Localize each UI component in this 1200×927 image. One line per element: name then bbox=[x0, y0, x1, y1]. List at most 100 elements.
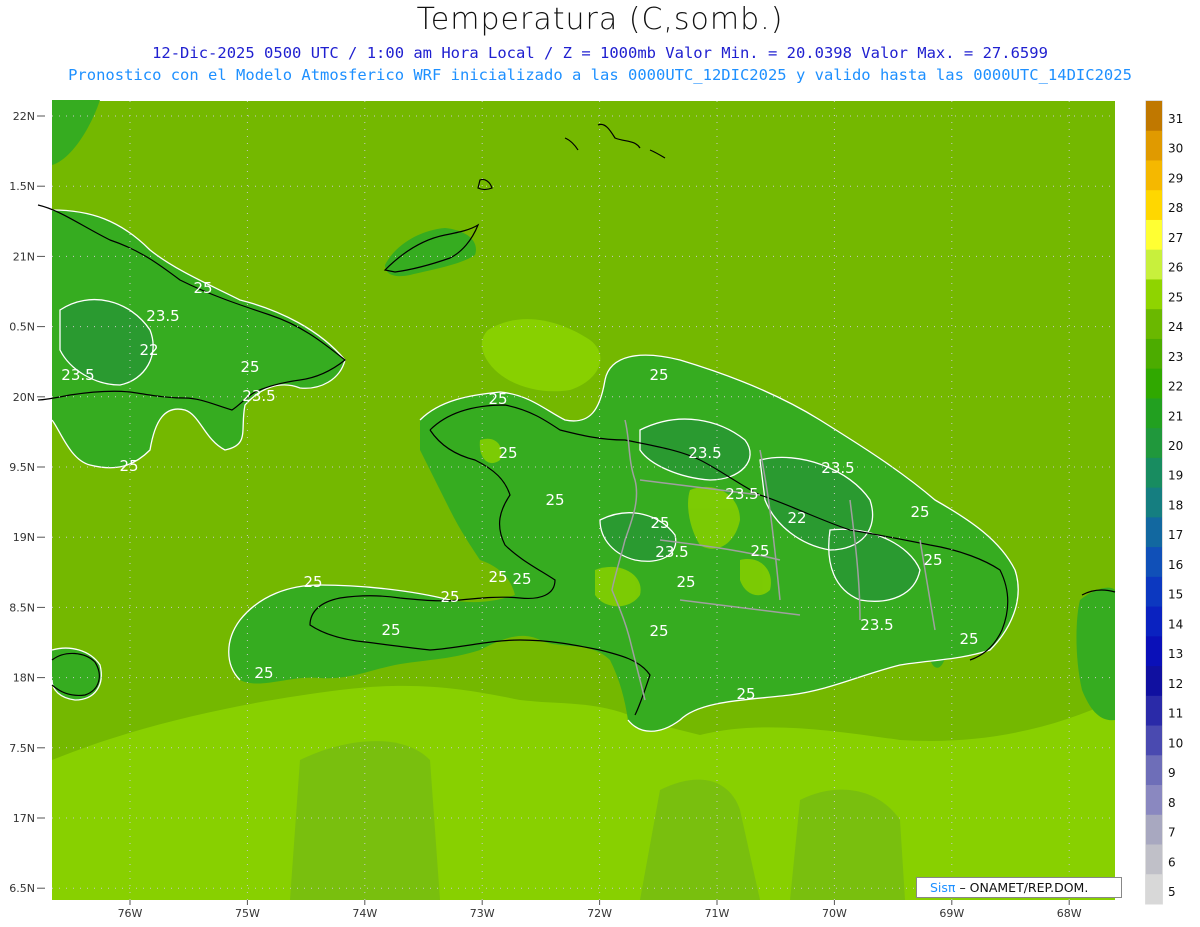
colorbar-swatch bbox=[1146, 814, 1162, 846]
lat-tick-label: 8.5N bbox=[9, 601, 35, 614]
colorbar-label: 9 bbox=[1168, 766, 1176, 780]
contour-label: 25 bbox=[240, 358, 259, 376]
colorbar-label: 13 bbox=[1168, 647, 1183, 661]
lon-tick-label: 74W bbox=[352, 907, 377, 920]
contour-label: 25 bbox=[650, 514, 669, 532]
colorbar-label: 21 bbox=[1168, 409, 1183, 423]
contour-label: 25 bbox=[488, 568, 507, 586]
contour-label: 23.5 bbox=[860, 616, 893, 634]
contour-label: 25 bbox=[923, 551, 942, 569]
contour-label: 25 bbox=[303, 573, 322, 591]
colorbar-swatch bbox=[1146, 695, 1162, 727]
colorbar-swatch bbox=[1146, 130, 1162, 161]
colorbar-swatch bbox=[1146, 517, 1162, 548]
colorbar-label: 28 bbox=[1168, 201, 1183, 215]
contour-label: 23.5 bbox=[821, 459, 854, 477]
contour-label: 23.5 bbox=[725, 485, 758, 503]
lon-tick-label: 75W bbox=[235, 907, 260, 920]
lon-tick-label: 70W bbox=[822, 907, 847, 920]
contour-label: 23.5 bbox=[655, 543, 688, 561]
contour-label: 25 bbox=[381, 621, 400, 639]
colorbar-label: 11 bbox=[1168, 707, 1183, 721]
colorbar-label: 27 bbox=[1168, 231, 1183, 245]
colorbar-label: 31 bbox=[1168, 112, 1183, 126]
colorbar-label: 20 bbox=[1168, 439, 1183, 453]
sispi-logo: Sisπ bbox=[930, 880, 956, 895]
lat-tick-label: 7.5N bbox=[9, 742, 35, 755]
lon-tick-label: 69W bbox=[939, 907, 964, 920]
colorbar-label: 30 bbox=[1168, 142, 1183, 156]
colorbar-swatch bbox=[1146, 101, 1162, 132]
colorbar-label: 25 bbox=[1168, 290, 1183, 304]
colorbar-label: 26 bbox=[1168, 261, 1183, 275]
colorbar-label: 16 bbox=[1168, 558, 1183, 572]
lat-tick-label: 21N bbox=[13, 250, 35, 263]
colorbar-label: 19 bbox=[1168, 469, 1183, 483]
contour-label: 25 bbox=[910, 503, 929, 521]
lat-tick-label: 20N bbox=[13, 391, 35, 404]
colorbar-swatch bbox=[1146, 309, 1162, 340]
contour-label: 25 bbox=[545, 491, 564, 509]
contour-label: 22 bbox=[787, 509, 806, 527]
colorbar-label: 18 bbox=[1168, 498, 1183, 512]
colorbar-swatch bbox=[1146, 606, 1162, 637]
colorbar-label: 23 bbox=[1168, 350, 1183, 364]
contour-label: 25 bbox=[498, 444, 517, 462]
colorbar-label: 29 bbox=[1168, 171, 1183, 185]
lat-tick-label: 22N bbox=[13, 110, 35, 123]
colorbar-swatch bbox=[1146, 398, 1162, 429]
lat-tick-label: 9.5N bbox=[9, 461, 35, 474]
colorbar-label: 22 bbox=[1168, 380, 1183, 394]
colorbar-swatch bbox=[1146, 755, 1162, 786]
contour-label: 25 bbox=[440, 588, 459, 606]
colorbar-swatch bbox=[1146, 279, 1162, 310]
contour-label: 25 bbox=[736, 685, 755, 703]
colorbar-swatch bbox=[1146, 457, 1162, 489]
lon-tick-label: 71W bbox=[705, 907, 730, 920]
contour-label: 23.5 bbox=[688, 444, 721, 462]
colorbar-swatch bbox=[1146, 487, 1162, 518]
colorbar-swatch bbox=[1146, 428, 1162, 459]
lat-tick-label: 17N bbox=[13, 812, 35, 825]
lon-tick-label: 68W bbox=[1057, 907, 1082, 920]
colorbar-swatch bbox=[1146, 190, 1162, 221]
colorbar-swatch bbox=[1146, 219, 1162, 251]
contour-label: 25 bbox=[254, 664, 273, 682]
lat-tick-label: 19N bbox=[13, 531, 35, 544]
colorbar-label: 8 bbox=[1168, 796, 1176, 810]
colorbar-label: 10 bbox=[1168, 736, 1183, 750]
contour-label: 25 bbox=[676, 573, 695, 591]
colorbar-swatch bbox=[1146, 368, 1162, 399]
latitude-tick-labels: 22N 1.5N 21N 0.5N 20N 9.5N 19N 8.5N 18N 7.5N 17N 6.… bbox=[9, 110, 45, 895]
colorbar-swatch bbox=[1146, 874, 1162, 905]
temperature-colorbar: 31 30 29 28 27 26 25 24 23 22 21 20 19 18 17 16 15 14 13 12… bbox=[1145, 100, 1183, 905]
colorbar-swatch bbox=[1146, 547, 1162, 578]
contour-label: 23.5 bbox=[61, 366, 94, 384]
colorbar-label: 6 bbox=[1168, 855, 1176, 869]
temperature-map: 25 23.5 22 23.5 25 23.5 25 25 25 25 25 23.5 23.5 23.5… bbox=[9, 100, 1183, 920]
lat-tick-label: 6.5N bbox=[9, 882, 35, 895]
credit-box: Sisπ – ONAMET/REP.DOM. bbox=[916, 877, 1122, 898]
contour-label: 25 bbox=[750, 542, 769, 560]
colorbar-swatch bbox=[1146, 636, 1162, 667]
contour-label: 23.5 bbox=[242, 387, 275, 405]
colorbar-swatch bbox=[1146, 338, 1162, 370]
contour-label: 23.5 bbox=[146, 307, 179, 325]
colorbar-swatch bbox=[1146, 160, 1162, 191]
colorbar-label: 15 bbox=[1168, 588, 1183, 602]
contour-label: 25 bbox=[959, 630, 978, 648]
contour-label: 25 bbox=[649, 366, 668, 384]
contour-label: 25 bbox=[488, 390, 507, 408]
colorbar-label: 17 bbox=[1168, 528, 1183, 542]
colorbar-label: 5 bbox=[1168, 885, 1176, 899]
lat-tick-label: 18N bbox=[13, 672, 35, 685]
lon-tick-label: 76W bbox=[118, 907, 143, 920]
colorbar-swatch bbox=[1146, 666, 1162, 697]
colorbar-swatch bbox=[1146, 725, 1162, 756]
colorbar-label: 24 bbox=[1168, 320, 1183, 334]
contour-label: 25 bbox=[193, 279, 212, 297]
colorbar-label: 14 bbox=[1168, 617, 1183, 631]
colorbar-swatch bbox=[1146, 844, 1162, 875]
colorbar-label: 12 bbox=[1168, 677, 1183, 691]
contour-label: 25 bbox=[119, 457, 138, 475]
